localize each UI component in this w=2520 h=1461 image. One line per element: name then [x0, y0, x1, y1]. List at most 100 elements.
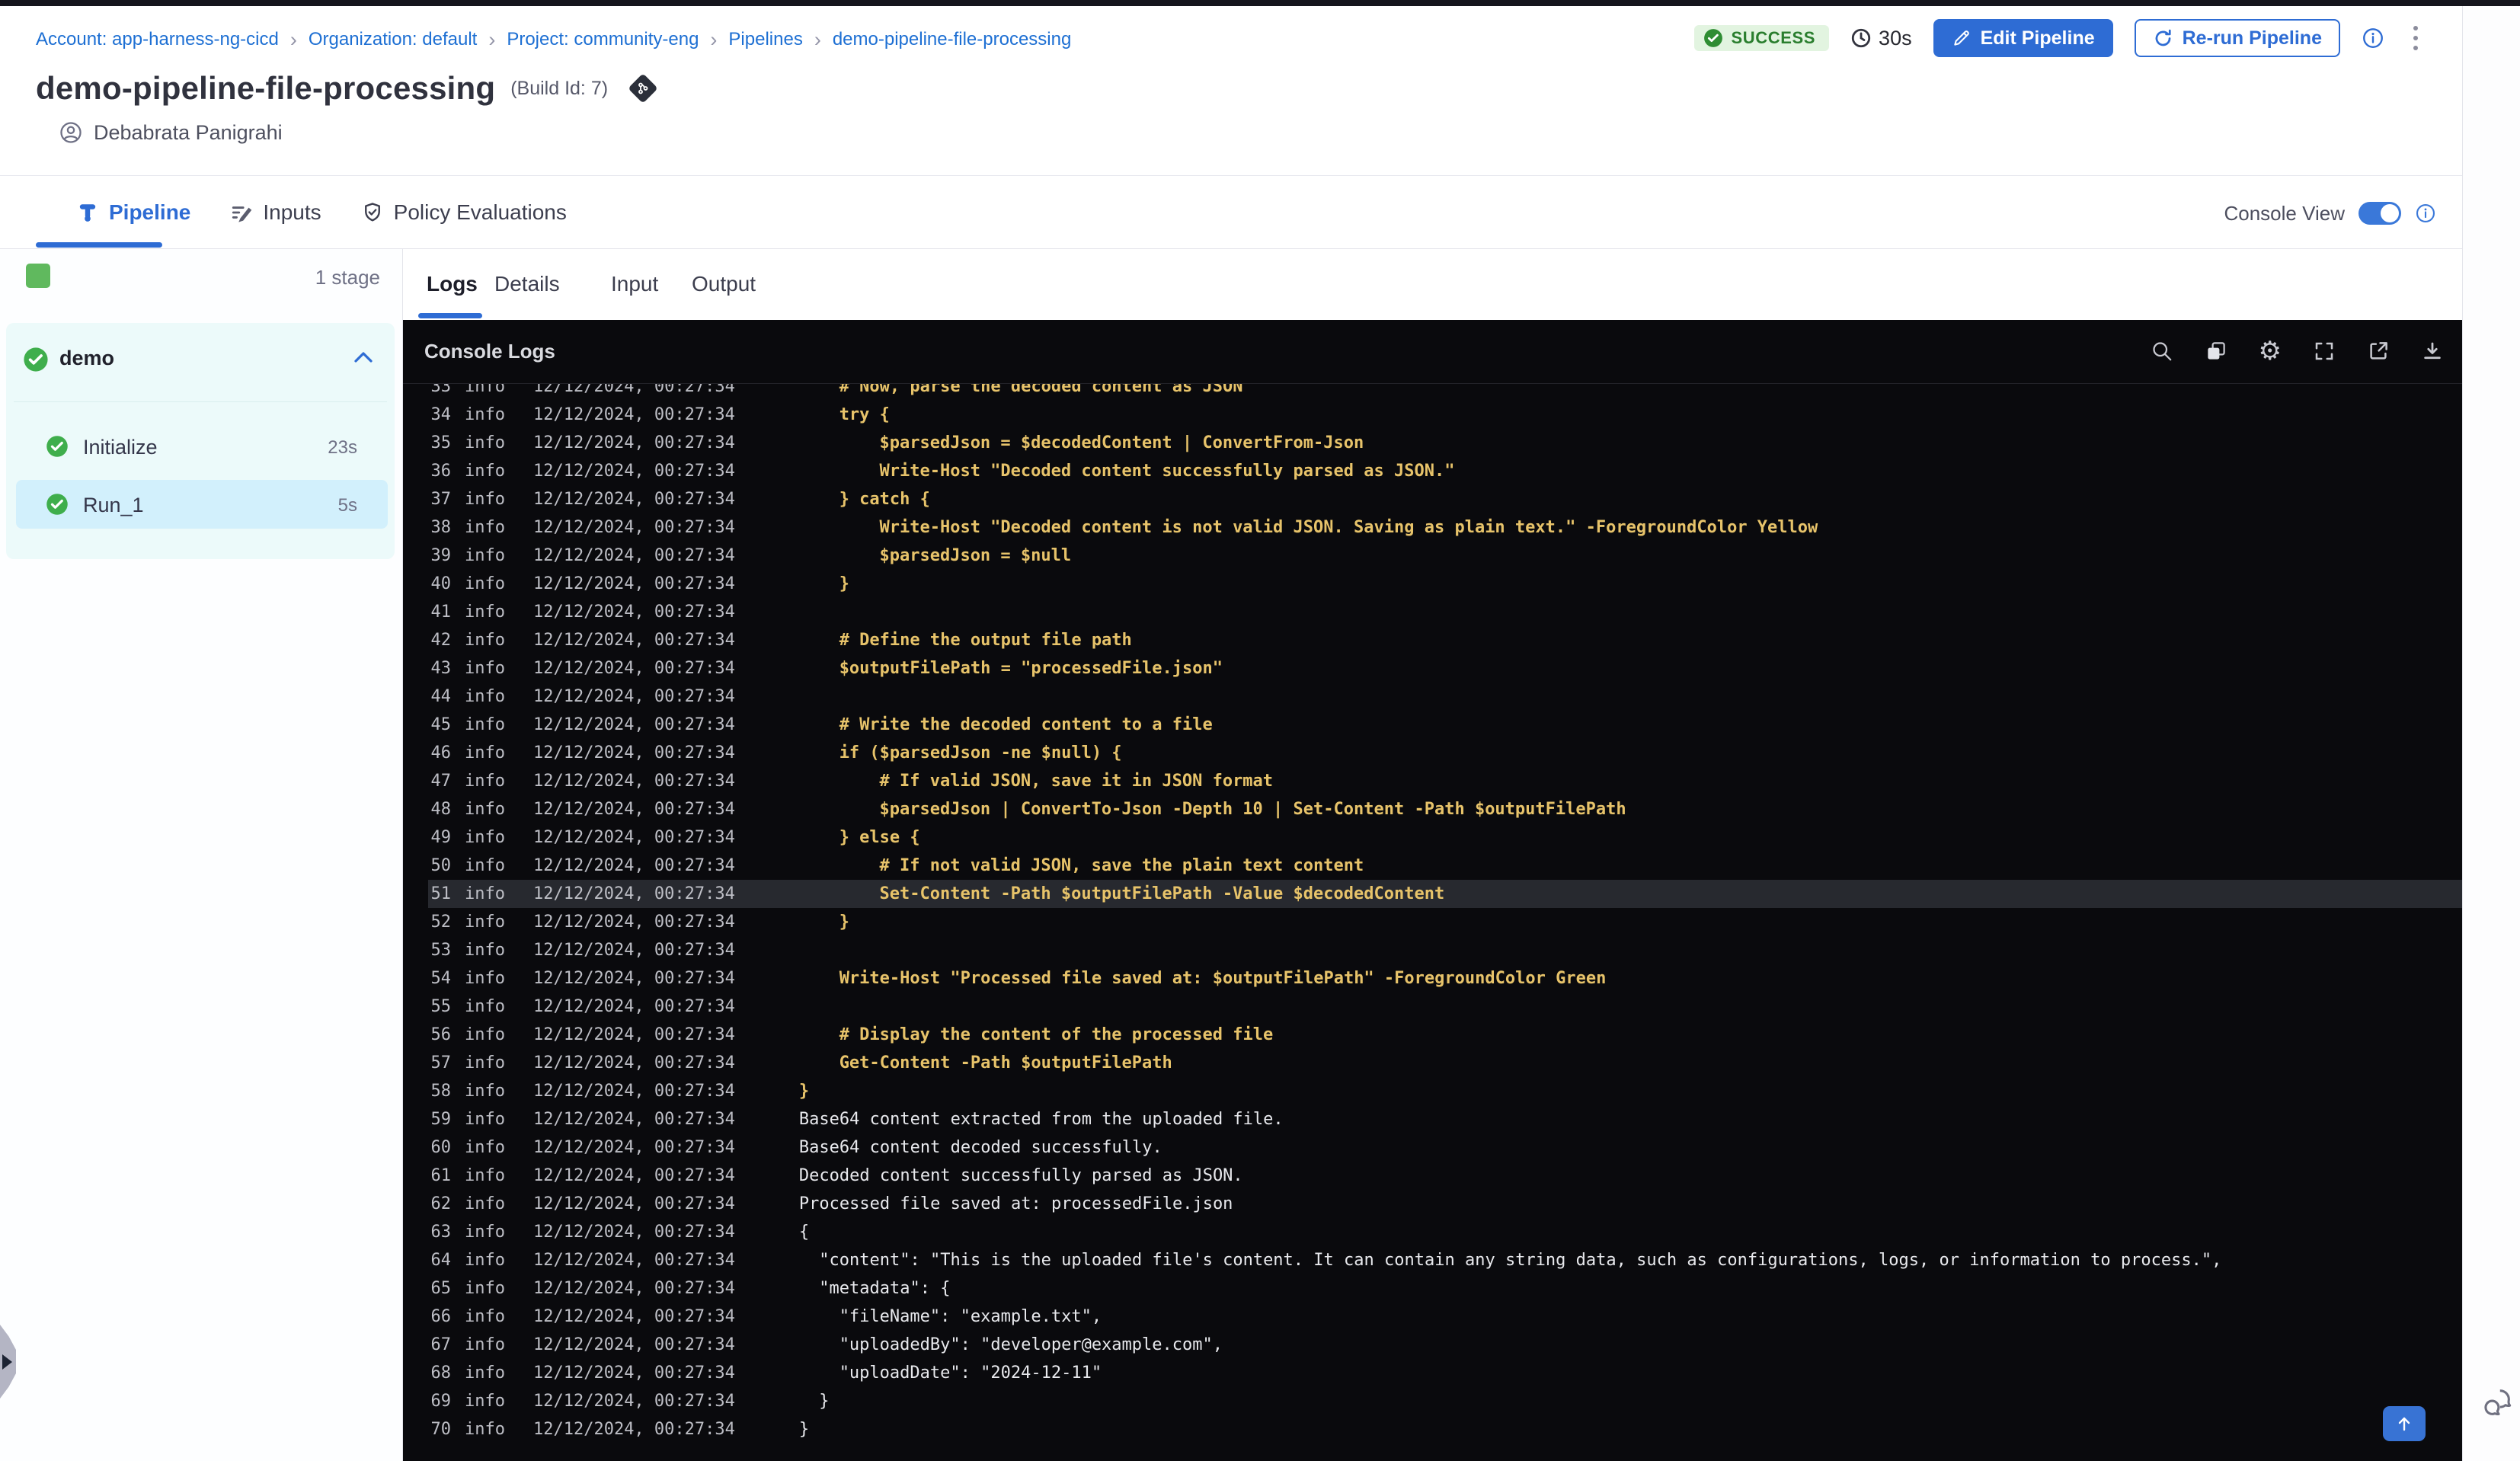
log-line-38: 38 info 12/12/2024, 00:27:34 Write-Host "De…: [430, 518, 1818, 537]
git-source-icon[interactable]: [628, 73, 658, 104]
log-line-43: 43 info 12/12/2024, 00:27:34 $outputFilePat…: [430, 659, 1223, 678]
inputs-icon: [232, 206, 252, 222]
duration: 30s: [1850, 27, 1912, 50]
edit-pipeline-label: Edit Pipeline: [1980, 27, 2095, 49]
log-line-46: 46 info 12/12/2024, 00:27:34 if ($parsedJso…: [430, 743, 1122, 762]
step-row-initialize[interactable]: Initialize 23s: [16, 422, 388, 471]
log-line-62: 62 info 12/12/2024, 00:27:34 Processed file…: [430, 1194, 1233, 1213]
pencil-icon: [1953, 30, 1969, 46]
harness-pipeline-execution-page: { "colors": { "accent_blue": "#2e6cd4", …: [0, 0, 2520, 1461]
stage-count-label: 1 stage: [315, 266, 380, 289]
detail-tab-input[interactable]: Input: [611, 272, 658, 296]
stage-status-square: [26, 264, 50, 288]
active-tab-underline: [36, 242, 162, 248]
log-line-42: 42 info 12/12/2024, 00:27:34 # Define the o…: [430, 631, 1132, 650]
console-view-label: Console View: [2224, 201, 2345, 225]
breadcrumb-link-0[interactable]: Account: app-harness-ng-cicd: [36, 29, 279, 50]
log-line-64: 64 info 12/12/2024, 00:27:34 "content": "Th…: [430, 1251, 2222, 1270]
breadcrumb: Account: app-harness-ng-cicd › Organizatio…: [36, 29, 1071, 50]
author-name: Debabrata Panigrahi: [94, 120, 283, 144]
log-line-48: 48 info 12/12/2024, 00:27:34 $parsedJson | …: [430, 800, 1626, 819]
log-line-49: 49 info 12/12/2024, 00:27:34} else {: [430, 828, 920, 847]
log-line-41: 41 info 12/12/2024, 00:27:34: [430, 603, 735, 622]
console-view-info-icon[interactable]: [2415, 203, 2436, 224]
execution-actions-row: SUCCESS 30s Edit Pipeline Re-run Pipelin…: [1694, 17, 2426, 59]
detail-tabs: Logs Details Input Output: [403, 249, 2462, 320]
log-line-70: 70 info 12/12/2024, 00:27:34}: [430, 1420, 810, 1439]
tab-policy-evaluations-label: Policy Evaluations: [393, 200, 567, 224]
kebab-menu-icon[interactable]: [2406, 21, 2426, 55]
step-name: Run_1: [83, 494, 144, 516]
console-view-toggle[interactable]: [2359, 202, 2401, 225]
active-detail-tab-underline: [418, 313, 482, 318]
edit-pipeline-button[interactable]: Edit Pipeline: [1933, 19, 2113, 57]
build-id-label: (Build Id: 7): [510, 77, 609, 99]
step-duration: 5s: [337, 495, 357, 516]
top-edge-bar: [0, 0, 2520, 6]
rerun-pipeline-button[interactable]: Re-run Pipeline: [2134, 19, 2340, 57]
console-panel: Console Logs ⚙ 33 info 12/12/2024, 00:27:3…: [403, 320, 2462, 1461]
breadcrumb-separator: ›: [710, 28, 718, 51]
step-duration: 23s: [328, 437, 357, 458]
breadcrumb-link-4[interactable]: demo-pipeline-file-processing: [833, 29, 1072, 50]
breadcrumb-link-3[interactable]: Pipelines: [728, 29, 802, 50]
log-viewport[interactable]: 33 info 12/12/2024, 00:27:34 # Now, parse t…: [403, 384, 2462, 1461]
clock-icon: [1851, 28, 1871, 48]
status-label: SUCCESS: [1731, 28, 1816, 47]
fullscreen-icon[interactable]: [2313, 340, 2336, 363]
log-line-34: 34 info 12/12/2024, 00:27:34 try {: [430, 405, 890, 424]
log-line-39: 39 info 12/12/2024, 00:27:34 $parsedJson = …: [430, 546, 1072, 565]
duration-value: 30s: [1879, 26, 1912, 50]
log-line-53: 53 info 12/12/2024, 00:27:34: [430, 941, 735, 960]
log-line-45: 45 info 12/12/2024, 00:27:34 # Write the de…: [430, 715, 1213, 734]
log-line-37: 37 info 12/12/2024, 00:27:34} catch {: [430, 490, 930, 509]
stage-panel: 1 stage demo Initialize 23s Run_1 5s: [0, 249, 403, 1461]
settings-gear-icon[interactable]: ⚙: [2259, 338, 2282, 364]
info-icon[interactable]: [2362, 27, 2384, 50]
log-line-55: 55 info 12/12/2024, 00:27:34: [430, 997, 735, 1016]
page-title: demo-pipeline-file-processing: [36, 70, 496, 106]
log-line-68: 68 info 12/12/2024, 00:27:34 "uploadDate": …: [430, 1363, 1102, 1383]
tab-pipeline-label: Pipeline: [109, 200, 191, 224]
log-line-35: 35 info 12/12/2024, 00:27:34 $parsedJson = …: [430, 433, 1364, 452]
download-icon[interactable]: [2421, 340, 2444, 363]
expand-arrow-icon: [2, 1354, 12, 1370]
open-external-icon[interactable]: [2367, 340, 2390, 363]
log-line-52: 52 info 12/12/2024, 00:27:34}: [430, 913, 849, 932]
detail-tab-details[interactable]: Details: [494, 272, 560, 296]
log-line-61: 61 info 12/12/2024, 00:27:34 Decoded conten…: [430, 1166, 1243, 1185]
breadcrumb-link-2[interactable]: Project: community-eng: [507, 29, 699, 50]
copy-icon[interactable]: [2205, 340, 2227, 363]
scroll-to-top-button[interactable]: [2383, 1406, 2426, 1441]
status-badge: SUCCESS: [1694, 25, 1830, 51]
stage-group-divider: [14, 401, 387, 402]
log-line-51: 51 info 12/12/2024, 00:27:34 Set-Content -P…: [428, 880, 2462, 908]
tab-policy-evaluations[interactable]: Policy Evaluations: [361, 200, 567, 225]
log-line-54: 54 info 12/12/2024, 00:27:34 Write-Host "Pr…: [430, 969, 1607, 988]
log-line-66: 66 info 12/12/2024, 00:27:34 "fileName": "e…: [430, 1307, 1102, 1326]
log-line-44: 44 info 12/12/2024, 00:27:34: [430, 687, 735, 706]
log-line-47: 47 info 12/12/2024, 00:27:34 # If valid JSO…: [430, 772, 1274, 791]
stage-group-header[interactable]: demo: [6, 343, 395, 376]
shield-check-icon: [364, 202, 380, 221]
help-chat-icon[interactable]: [2479, 1385, 2514, 1420]
breadcrumb-separator: ›: [289, 28, 297, 51]
console-header: Console Logs ⚙: [403, 320, 2462, 383]
log-line-36: 36 info 12/12/2024, 00:27:34 Write-Host "De…: [430, 462, 1455, 481]
title-row: demo-pipeline-file-processing (Build Id:…: [36, 70, 658, 107]
avatar-icon: [60, 122, 82, 143]
search-icon[interactable]: [2151, 340, 2173, 363]
tab-inputs[interactable]: Inputs: [230, 200, 321, 225]
detail-tab-logs[interactable]: Logs: [427, 272, 478, 296]
chevron-up-icon[interactable]: [352, 349, 375, 366]
breadcrumb-separator: ›: [488, 28, 496, 51]
tab-pipeline[interactable]: Pipeline: [76, 200, 190, 225]
step-name: Initialize: [83, 436, 158, 459]
stage-name: demo: [59, 347, 115, 369]
step-row-run_1[interactable]: Run_1 5s: [16, 480, 388, 529]
log-line-50: 50 info 12/12/2024, 00:27:34 # If not valid…: [430, 856, 1364, 875]
detail-tab-output[interactable]: Output: [692, 272, 756, 296]
log-line-56: 56 info 12/12/2024, 00:27:34 # Display the …: [430, 1025, 1274, 1044]
log-line-60: 60 info 12/12/2024, 00:27:34 Base64 content…: [430, 1138, 1162, 1157]
breadcrumb-link-1[interactable]: Organization: default: [309, 29, 477, 50]
